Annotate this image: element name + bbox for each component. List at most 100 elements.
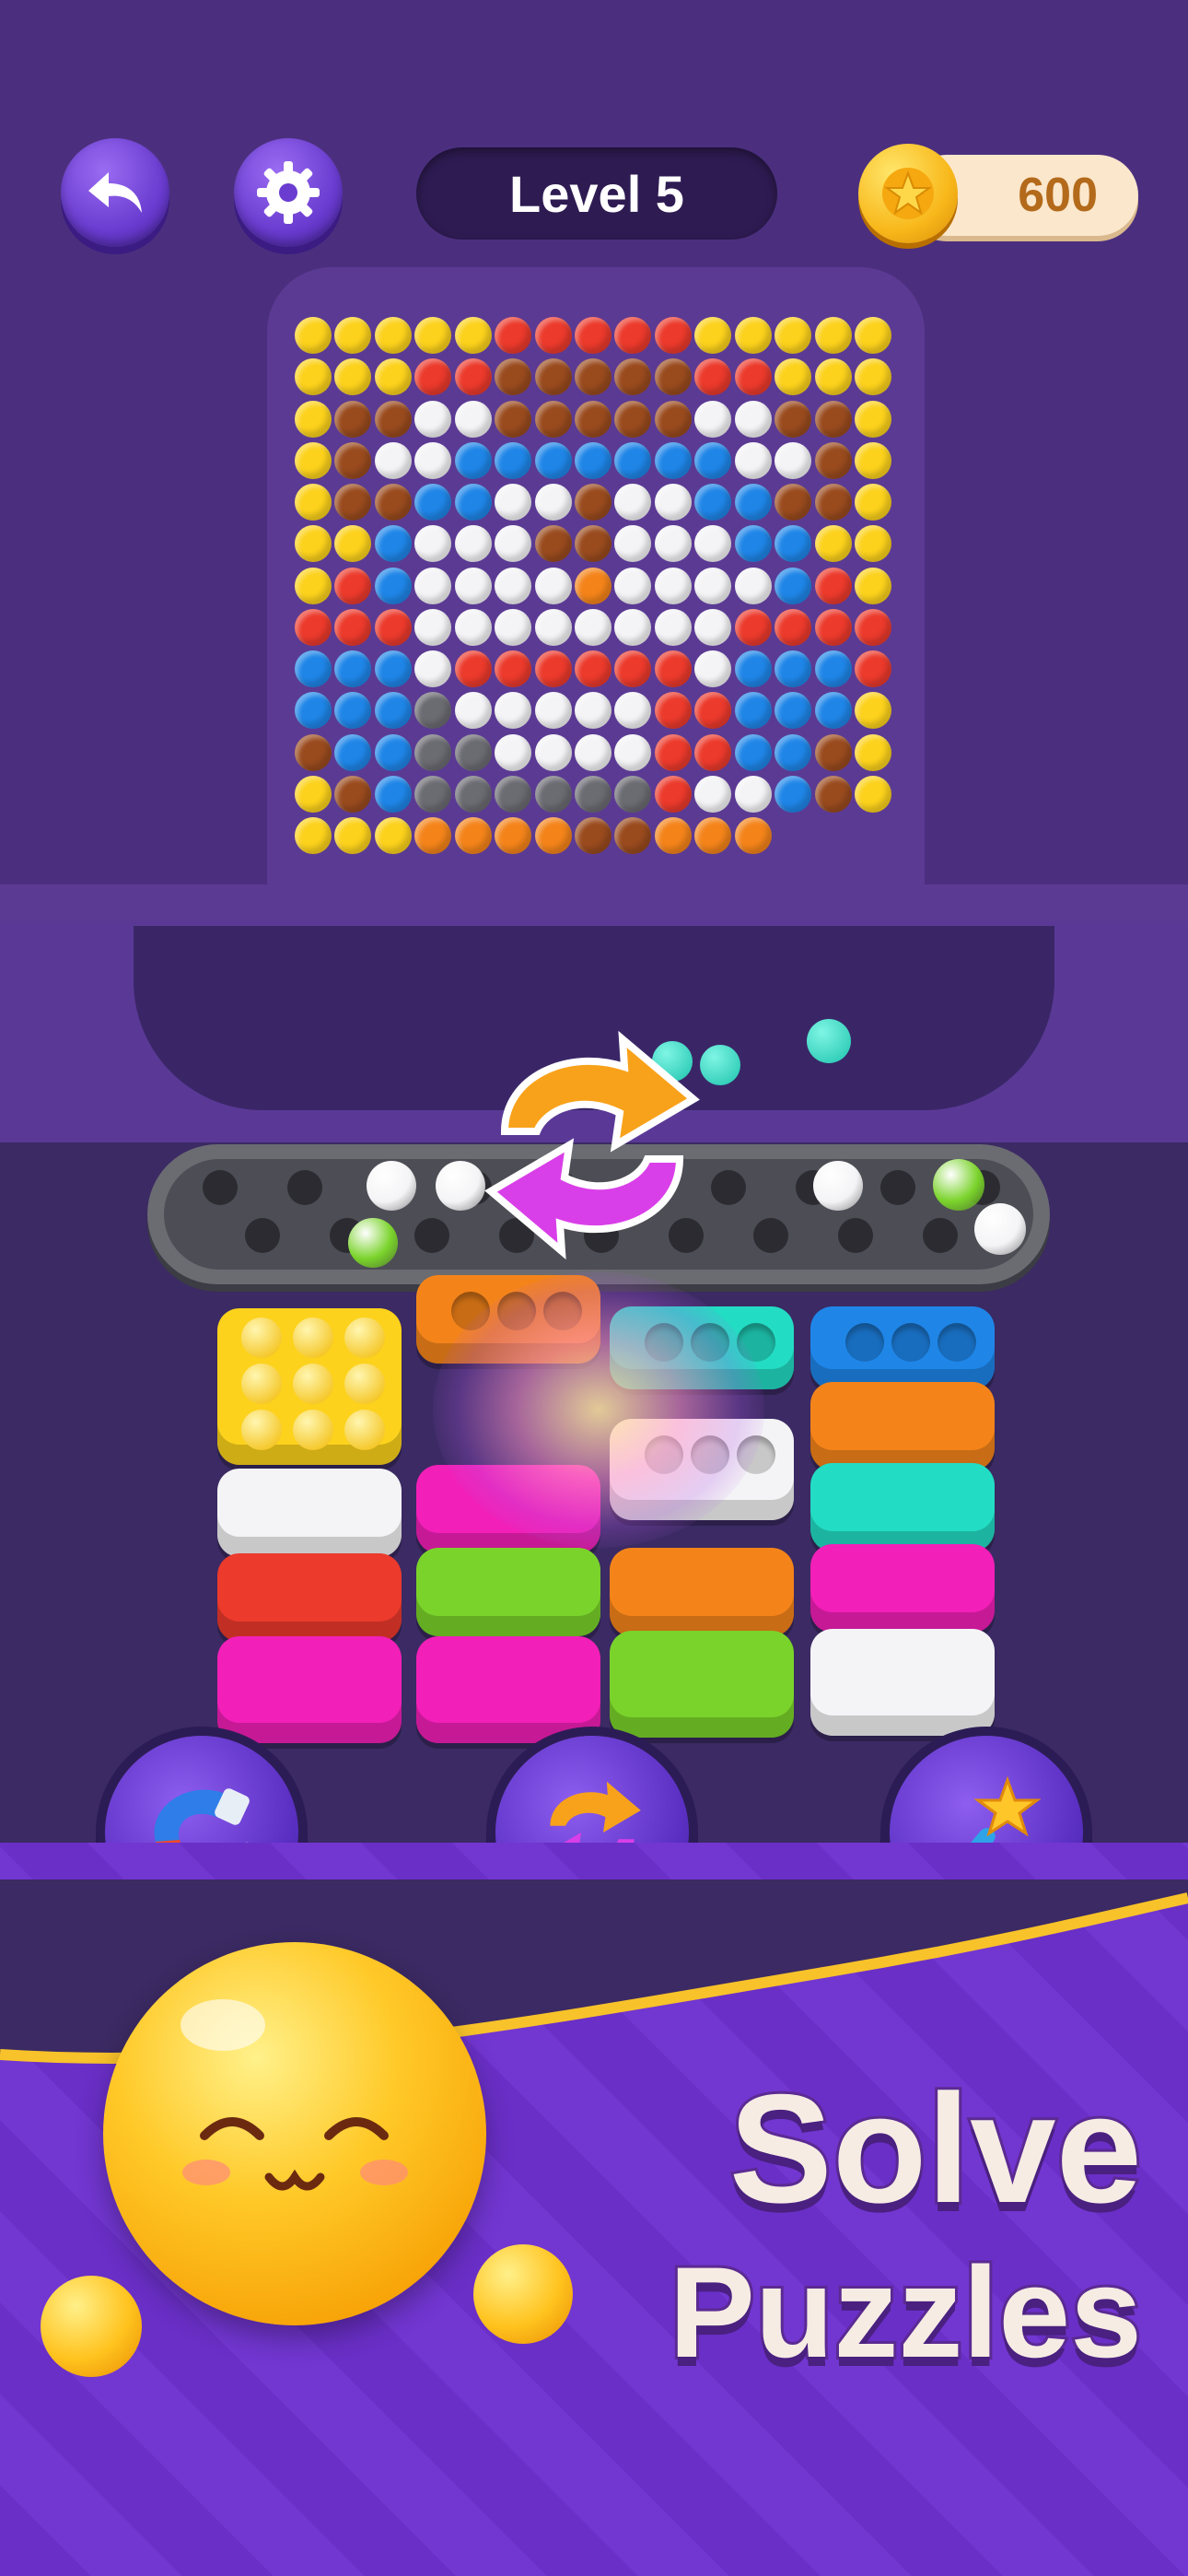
- picture-dot: [414, 650, 452, 688]
- picture-dot: [534, 358, 572, 396]
- picture-dot: [574, 817, 611, 855]
- level-label: Level 5: [509, 164, 684, 223]
- color-block[interactable]: [217, 1469, 402, 1557]
- picture-dot: [734, 817, 772, 855]
- picture-dot: [295, 317, 332, 354]
- smiley-mascot: [103, 1942, 486, 2325]
- picture-dot: [734, 400, 772, 438]
- picture-dot: [374, 400, 412, 438]
- picture-dot: [654, 776, 692, 814]
- picture-dot: [495, 441, 532, 479]
- picture-dot: [495, 733, 532, 771]
- picture-dot: [495, 484, 532, 521]
- picture-dot: [295, 733, 332, 771]
- block-peg: [344, 1317, 385, 1358]
- picture-dot: [814, 692, 852, 730]
- color-block[interactable]: [416, 1636, 600, 1743]
- conveyor-slot: [203, 1170, 238, 1205]
- picture-dot: [374, 733, 412, 771]
- picture-dot: [814, 525, 852, 563]
- block-peg: [891, 1323, 930, 1362]
- picture-dot: [734, 484, 772, 521]
- picture-dot: [574, 484, 611, 521]
- picture-dot: [574, 525, 611, 563]
- picture-dot: [454, 608, 492, 646]
- picture-dot: [334, 358, 372, 396]
- color-block[interactable]: [217, 1553, 402, 1642]
- picture-dot: [854, 650, 891, 688]
- picture-dot: [654, 608, 692, 646]
- picture-dot: [295, 817, 332, 855]
- picture-dot: [614, 484, 652, 521]
- block-peg: [938, 1323, 976, 1362]
- picture-dot: [614, 650, 652, 688]
- undo-arrow-icon: [88, 172, 142, 213]
- back-button[interactable]: [61, 138, 169, 247]
- picture-dot: [614, 567, 652, 604]
- picture-dot: [734, 441, 772, 479]
- picture-dot: [814, 650, 852, 688]
- picture-dot: [814, 441, 852, 479]
- color-block[interactable]: [810, 1544, 995, 1633]
- picture-dot: [534, 733, 572, 771]
- picture-dot: [334, 567, 372, 604]
- picture-dot: [654, 484, 692, 521]
- picture-dot: [495, 358, 532, 396]
- color-block[interactable]: [610, 1631, 794, 1738]
- picture-dot: [694, 692, 732, 730]
- picture-dot: [374, 776, 412, 814]
- picture-dot: [854, 358, 891, 396]
- picture-dot: [654, 692, 692, 730]
- coin-amount: 600: [1018, 169, 1098, 222]
- picture-dot: [694, 608, 732, 646]
- picture-dot: [414, 441, 452, 479]
- conveyor-slot: [414, 1218, 449, 1253]
- picture-dot: [854, 776, 891, 814]
- picture-dot: [734, 567, 772, 604]
- picture-dot: [614, 692, 652, 730]
- picture-dot: [374, 650, 412, 688]
- settings-button[interactable]: [234, 138, 343, 247]
- picture-dot: [694, 733, 732, 771]
- picture-dot: [534, 567, 572, 604]
- picture-dot: [414, 400, 452, 438]
- block-peg: [241, 1317, 282, 1358]
- picture-dot: [574, 608, 611, 646]
- picture-dot: [734, 608, 772, 646]
- picture-dot: [854, 525, 891, 563]
- picture-dot: [334, 776, 372, 814]
- picture-dot: [334, 817, 372, 855]
- picture-dot: [495, 317, 532, 354]
- color-block[interactable]: [810, 1629, 995, 1736]
- picture-dot: [854, 733, 891, 771]
- picture-dot: [414, 608, 452, 646]
- picture-dot: [734, 358, 772, 396]
- picture-dot: [454, 358, 492, 396]
- picture-dot: [374, 692, 412, 730]
- picture-dot: [694, 358, 732, 396]
- picture-dot: [374, 358, 412, 396]
- color-block[interactable]: [810, 1463, 995, 1551]
- conveyor-slot: [287, 1170, 322, 1205]
- color-block[interactable]: [217, 1636, 402, 1743]
- picture-dot: [334, 317, 372, 354]
- conveyor-ball: [348, 1218, 398, 1268]
- picture-dot: [334, 650, 372, 688]
- picture-dot: [295, 400, 332, 438]
- picture-dot: [295, 567, 332, 604]
- picture-dot: [775, 400, 812, 438]
- picture-dot: [614, 733, 652, 771]
- picture-dot: [654, 733, 692, 771]
- shuffle-arrows-icon: [468, 1030, 716, 1260]
- picture-dot: [454, 692, 492, 730]
- picture-dot: [614, 776, 652, 814]
- color-block[interactable]: [610, 1548, 794, 1636]
- conveyor-slot: [923, 1218, 958, 1253]
- picture-dot: [614, 358, 652, 396]
- picture-dot: [775, 776, 812, 814]
- picture-dot: [534, 484, 572, 521]
- color-block[interactable]: [416, 1548, 600, 1636]
- color-block[interactable]: [810, 1382, 995, 1470]
- gear-icon: [257, 161, 320, 224]
- picture-dot: [454, 733, 492, 771]
